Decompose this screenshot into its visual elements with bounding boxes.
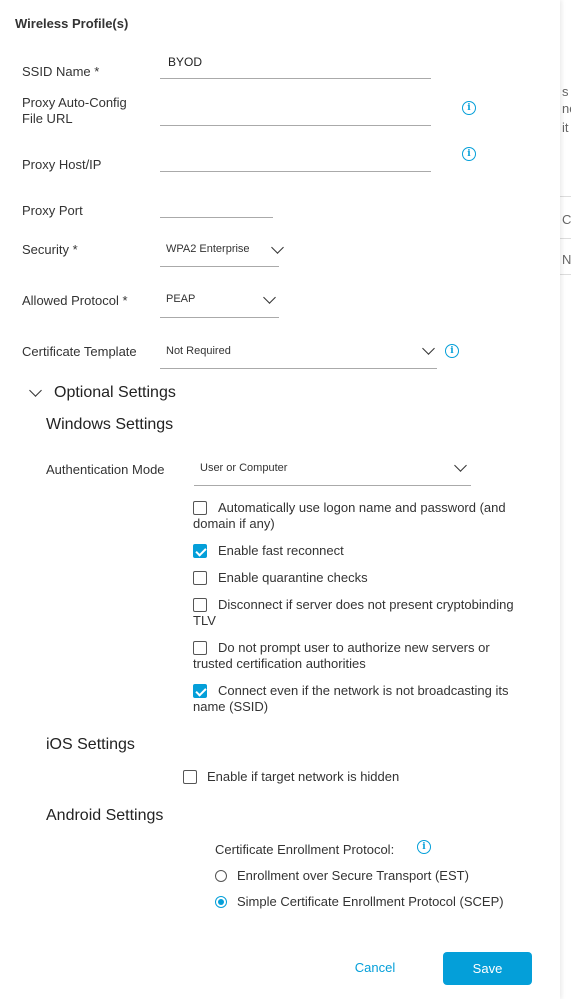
- checkbox[interactable]: [193, 598, 207, 612]
- checkbox-label-line2: name (SSID): [193, 699, 269, 714]
- protocol-value: PEAP: [166, 293, 196, 305]
- cancel-button[interactable]: Cancel: [340, 952, 410, 982]
- checkbox-label: Automatically use logon name and passwor…: [218, 500, 506, 515]
- radio-est[interactable]: Enrollment over Secure Transport (EST): [215, 868, 515, 884]
- wireless-profile-dialog: Wireless Profile(s) SSID Name * BYOD Pro…: [0, 0, 560, 999]
- cert-template-label: Certificate Template: [22, 344, 137, 359]
- checkbox-label-line2: TLV: [193, 613, 216, 628]
- enrollment-protocol-label: Certificate Enrollment Protocol:: [215, 842, 395, 857]
- proxy-host-info-icon[interactable]: i: [462, 147, 476, 161]
- windows-settings-title: Windows Settings: [46, 416, 174, 433]
- proxy-port-label: Proxy Port: [22, 203, 83, 218]
- auth-mode-value: User or Computer: [200, 462, 288, 474]
- android-settings-title: Android Settings: [46, 807, 164, 824]
- security-label: Security *: [22, 242, 78, 257]
- checkbox-label: Do not prompt user to authorize new serv…: [218, 640, 490, 655]
- radio-button[interactable]: [215, 896, 227, 908]
- background-text: s: [562, 84, 569, 99]
- ios-hidden-label: Enable if target network is hidden: [207, 769, 400, 784]
- security-value: WPA2 Enterprise: [166, 243, 250, 255]
- checkbox-label: Enable fast reconnect: [218, 543, 344, 558]
- proxy-port-input[interactable]: [160, 196, 273, 218]
- ios-hidden-network-option[interactable]: Enable if target network is hidden: [183, 769, 423, 785]
- protocol-label: Allowed Protocol *: [22, 293, 128, 308]
- checkbox-label: Enable quarantine checks: [218, 570, 368, 585]
- chevron-down-icon: [263, 291, 276, 304]
- radio-est-label: Enrollment over Secure Transport (EST): [237, 868, 469, 883]
- checkbox-label-line2: domain if any): [193, 516, 275, 531]
- ssid-value: BYOD: [168, 55, 203, 69]
- proxy-url-label: Proxy Auto-Config: [22, 95, 127, 110]
- radio-button[interactable]: [215, 870, 227, 882]
- protocol-select[interactable]: PEAP: [160, 286, 279, 318]
- cert-template-select[interactable]: Not Required: [160, 336, 437, 369]
- checkbox-label: Disconnect if server does not present cr…: [218, 597, 514, 612]
- checkbox-label-line2: trusted certification authorities: [193, 656, 366, 671]
- checkbox[interactable]: [193, 544, 207, 558]
- checkbox[interactable]: [193, 501, 207, 515]
- proxy-url-info-icon[interactable]: i: [462, 101, 476, 115]
- optional-settings-toggle[interactable]: Optional Settings: [24, 382, 194, 404]
- background-text: it: [562, 120, 569, 135]
- proxy-host-label: Proxy Host/IP: [22, 157, 102, 172]
- ssid-label: SSID Name *: [22, 64, 100, 79]
- background-text: no: [562, 101, 571, 116]
- chevron-down-icon: [271, 241, 284, 254]
- proxy-url-label-line2: File URL: [22, 111, 73, 126]
- chevron-down-icon: [29, 384, 42, 397]
- chevron-down-icon: [422, 342, 435, 355]
- proxy-host-input[interactable]: [160, 146, 431, 172]
- background-text: N: [562, 252, 571, 267]
- chevron-down-icon: [454, 459, 467, 472]
- auth-mode-select[interactable]: User or Computer: [194, 454, 471, 486]
- radio-scep-label: Simple Certificate Enrollment Protocol (…: [237, 894, 504, 909]
- cert-template-info-icon[interactable]: i: [445, 344, 459, 358]
- radio-scep[interactable]: Simple Certificate Enrollment Protocol (…: [215, 894, 535, 910]
- security-select[interactable]: WPA2 Enterprise: [160, 234, 284, 267]
- dialog-title: Wireless Profile(s): [15, 16, 129, 31]
- save-button[interactable]: Save: [443, 952, 532, 985]
- checkbox[interactable]: [193, 684, 207, 698]
- proxy-url-input[interactable]: [160, 100, 431, 126]
- auth-mode-label: Authentication Mode: [46, 462, 165, 477]
- background-text: Co: [562, 212, 571, 227]
- ssid-input[interactable]: BYOD: [160, 52, 431, 79]
- checkbox[interactable]: [193, 571, 207, 585]
- ios-settings-title: iOS Settings: [46, 736, 135, 753]
- enrollment-protocol-info-icon[interactable]: i: [417, 840, 431, 854]
- checkbox[interactable]: [193, 641, 207, 655]
- checkbox-label: Connect even if the network is not broad…: [218, 683, 509, 698]
- cert-template-value: Not Required: [166, 345, 231, 357]
- optional-settings-title: Optional Settings: [54, 384, 176, 401]
- ios-hidden-checkbox[interactable]: [183, 770, 197, 784]
